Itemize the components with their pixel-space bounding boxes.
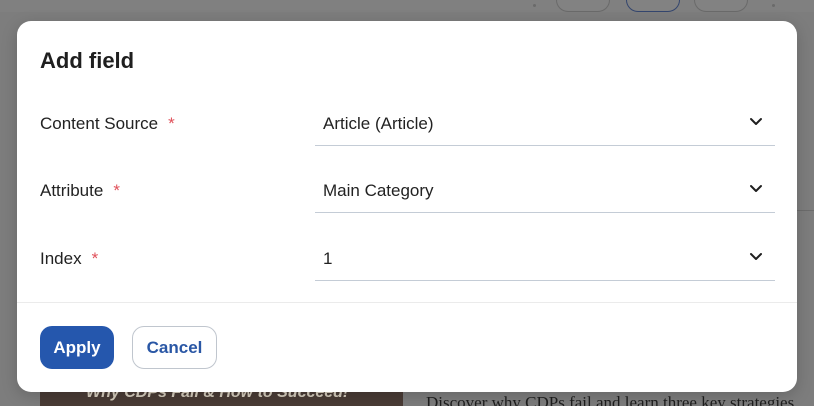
background-toolbar bbox=[0, 0, 814, 12]
field-label-text: Attribute bbox=[40, 181, 104, 200]
background-toolbar-button bbox=[556, 0, 610, 12]
background-divider bbox=[797, 210, 814, 211]
content-source-value: Article (Article) bbox=[323, 114, 434, 133]
apply-button[interactable]: Apply bbox=[40, 326, 114, 369]
background-snippet: Discover why CDPs fail and learn three k… bbox=[426, 393, 795, 406]
dialog-footer-divider bbox=[17, 302, 797, 303]
field-label-text: Content Source bbox=[40, 114, 159, 133]
background-toolbar-button bbox=[694, 0, 748, 12]
dialog-title: Add field bbox=[40, 48, 135, 73]
chevron-down-icon bbox=[750, 253, 762, 260]
index-value: 1 bbox=[323, 249, 333, 268]
field-row-attribute: Attribute * Main Category bbox=[17, 168, 797, 218]
field-label-content-source: Content Source * bbox=[40, 114, 175, 134]
chevron-down-icon bbox=[750, 118, 762, 125]
add-field-dialog: Add field Content Source * Article (Artic… bbox=[17, 21, 797, 392]
attribute-select[interactable]: Main Category bbox=[315, 168, 775, 213]
required-asterisk: * bbox=[113, 181, 120, 200]
background-separator-dot bbox=[533, 4, 536, 7]
cancel-button[interactable]: Cancel bbox=[132, 326, 217, 369]
chevron-down-icon bbox=[750, 185, 762, 192]
field-row-content-source: Content Source * Article (Article) bbox=[17, 101, 797, 151]
field-label-text: Index bbox=[40, 249, 82, 268]
background-toolbar-button-active bbox=[626, 0, 680, 12]
field-label-index: Index * bbox=[40, 249, 98, 269]
content-source-select[interactable]: Article (Article) bbox=[315, 101, 775, 146]
attribute-value: Main Category bbox=[323, 181, 434, 200]
required-asterisk: * bbox=[91, 249, 99, 268]
field-row-index: Index * 1 bbox=[17, 236, 797, 286]
required-asterisk: * bbox=[168, 114, 175, 133]
background-more-dot bbox=[772, 4, 775, 7]
index-select[interactable]: 1 bbox=[315, 236, 775, 281]
field-label-attribute: Attribute * bbox=[40, 181, 120, 201]
